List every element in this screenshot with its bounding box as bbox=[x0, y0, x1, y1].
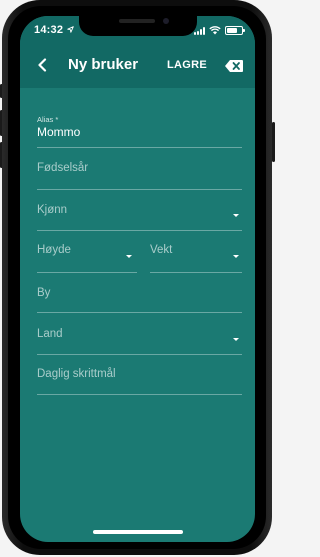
status-icons bbox=[194, 25, 245, 35]
front-camera bbox=[162, 18, 169, 24]
speaker-grille bbox=[118, 19, 155, 23]
new-user-form: Alias * Mommo Fødselsår Kjønn Høyde Vekt… bbox=[20, 88, 255, 542]
height-label: Høyde bbox=[37, 244, 71, 256]
weight-label: Vekt bbox=[150, 244, 173, 256]
weight-chevron-down-icon bbox=[233, 255, 239, 258]
country-select[interactable]: Land bbox=[37, 313, 242, 355]
cellular-signal-icon bbox=[194, 27, 205, 35]
wifi-icon bbox=[209, 26, 221, 35]
height-select[interactable]: Høyde bbox=[37, 231, 137, 273]
birth-year-field[interactable]: Fødselsår bbox=[37, 148, 242, 190]
battery-fill bbox=[227, 28, 237, 33]
alias-field[interactable]: Alias * Mommo bbox=[37, 88, 242, 148]
battery-icon bbox=[225, 26, 245, 35]
location-arrow-icon bbox=[67, 26, 75, 33]
alias-value[interactable]: Mommo bbox=[37, 125, 80, 139]
clear-button[interactable] bbox=[225, 59, 243, 72]
backspace-icon bbox=[225, 60, 243, 72]
save-button[interactable]: LAGRE bbox=[167, 59, 207, 71]
height-chevron-down-icon bbox=[126, 255, 132, 258]
notch bbox=[78, 16, 197, 36]
country-chevron-down-icon bbox=[233, 338, 239, 341]
city-label: By bbox=[37, 287, 51, 299]
weight-select[interactable]: Vekt bbox=[150, 231, 242, 273]
home-indicator[interactable] bbox=[92, 530, 183, 534]
daily-step-goal-field[interactable]: Daglig skrittmål bbox=[37, 355, 242, 395]
gender-chevron-down-icon bbox=[233, 214, 239, 217]
daily-step-goal-label: Daglig skrittmål bbox=[37, 368, 116, 380]
status-time: 14:32 bbox=[34, 24, 75, 36]
chevron-left-icon bbox=[38, 58, 47, 72]
birth-year-label: Fødselsår bbox=[37, 162, 89, 174]
gender-select[interactable]: Kjønn bbox=[37, 190, 242, 231]
app-bar: Ny bruker LAGRE bbox=[20, 42, 255, 88]
alias-label: Alias * bbox=[37, 115, 59, 124]
country-label: Land bbox=[37, 328, 63, 340]
gender-label: Kjønn bbox=[37, 204, 68, 216]
side-button-power bbox=[272, 122, 275, 162]
phone-frame: 14:32 Ny bruker LAGRE Alias * Mommo Føds… bbox=[0, 0, 275, 557]
back-button[interactable] bbox=[32, 55, 52, 75]
page-title: Ny bruker bbox=[68, 56, 139, 73]
city-field[interactable]: By bbox=[37, 273, 242, 313]
app-screen: 14:32 Ny bruker LAGRE Alias * Mommo Føds… bbox=[20, 16, 255, 542]
